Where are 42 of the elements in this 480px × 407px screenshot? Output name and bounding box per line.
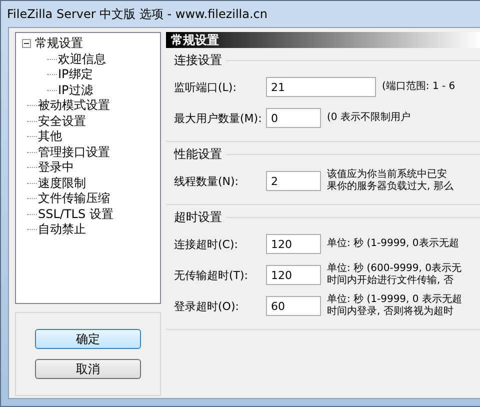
group-title: 连接设置 bbox=[174, 52, 222, 69]
tree-item[interactable]: 管理接口设置 bbox=[38, 144, 110, 161]
page-header: 常规设置 bbox=[166, 32, 480, 48]
hint-text: 该值应为你当前系统中已安 bbox=[327, 169, 448, 180]
window-title: FileZilla Server 中文版 选项 - www.filezilla.cn bbox=[7, 6, 268, 22]
field-label: 连接超时(C): bbox=[174, 236, 239, 252]
hint-text: (端口范围: 1 - 6 bbox=[382, 81, 456, 93]
field-label: 监听端口(L): bbox=[174, 80, 238, 94]
hint-text: 时间内登录, 否则将视为超时 bbox=[327, 306, 454, 318]
tree-item[interactable]: 欢迎信息 bbox=[58, 50, 106, 68]
field-label: 线程数量(N): bbox=[174, 174, 240, 188]
field-label: 最大用户数量(M): bbox=[174, 110, 263, 126]
hint-text: 果你的服务器负载过大, 那么 bbox=[327, 181, 454, 193]
hint-text: 单位: 秒 (600-9999, 0表示无 bbox=[327, 263, 462, 274]
input-field[interactable]: 21 bbox=[266, 77, 376, 97]
dialog-button[interactable]: 取消 bbox=[35, 359, 141, 379]
group-title: 性能设置 bbox=[174, 146, 222, 163]
tree-item[interactable]: 被动模式设置 bbox=[38, 97, 110, 114]
tree-item[interactable]: 常规设置 bbox=[35, 35, 83, 52]
tree-item[interactable]: 安全设置 bbox=[38, 112, 86, 130]
hint-text: (0 表示不限制用户 bbox=[327, 112, 412, 124]
tree-item[interactable]: SSL/TLS 设置 bbox=[38, 206, 114, 223]
field-label: 无传输超时(T): bbox=[174, 268, 250, 282]
collapse-icon[interactable] bbox=[22, 39, 31, 48]
input-field[interactable]: 0 bbox=[266, 108, 321, 128]
input-field[interactable]: 2 bbox=[266, 171, 321, 191]
input-field[interactable]: 60 bbox=[266, 296, 321, 316]
tree-item[interactable]: 自动禁止 bbox=[38, 221, 86, 238]
tree-item[interactable]: 登录中 bbox=[38, 159, 74, 176]
tree-item[interactable]: 其他 bbox=[38, 128, 62, 146]
tree-item[interactable]: IP绑定 bbox=[58, 66, 93, 84]
hint-text: 单位: 秒 (1-9999, 0 表示无超 bbox=[327, 294, 463, 306]
input-field[interactable]: 120 bbox=[266, 234, 321, 254]
dialog-button[interactable]: 确定 bbox=[35, 329, 141, 349]
hint-text: 时间内开始进行文件传输, 否 bbox=[327, 275, 454, 287]
hint-text: 单位: 秒 (1-9999, 0表示无超 bbox=[327, 238, 460, 250]
field-label: 登录超时(O): bbox=[174, 298, 240, 314]
input-field[interactable]: 120 bbox=[266, 265, 321, 285]
tree-item[interactable]: 文件传输压缩 bbox=[38, 190, 110, 208]
group-title: 超时设置 bbox=[174, 209, 222, 226]
tree-item[interactable]: IP过滤 bbox=[58, 82, 93, 99]
tree-item[interactable]: 速度限制 bbox=[38, 174, 86, 192]
